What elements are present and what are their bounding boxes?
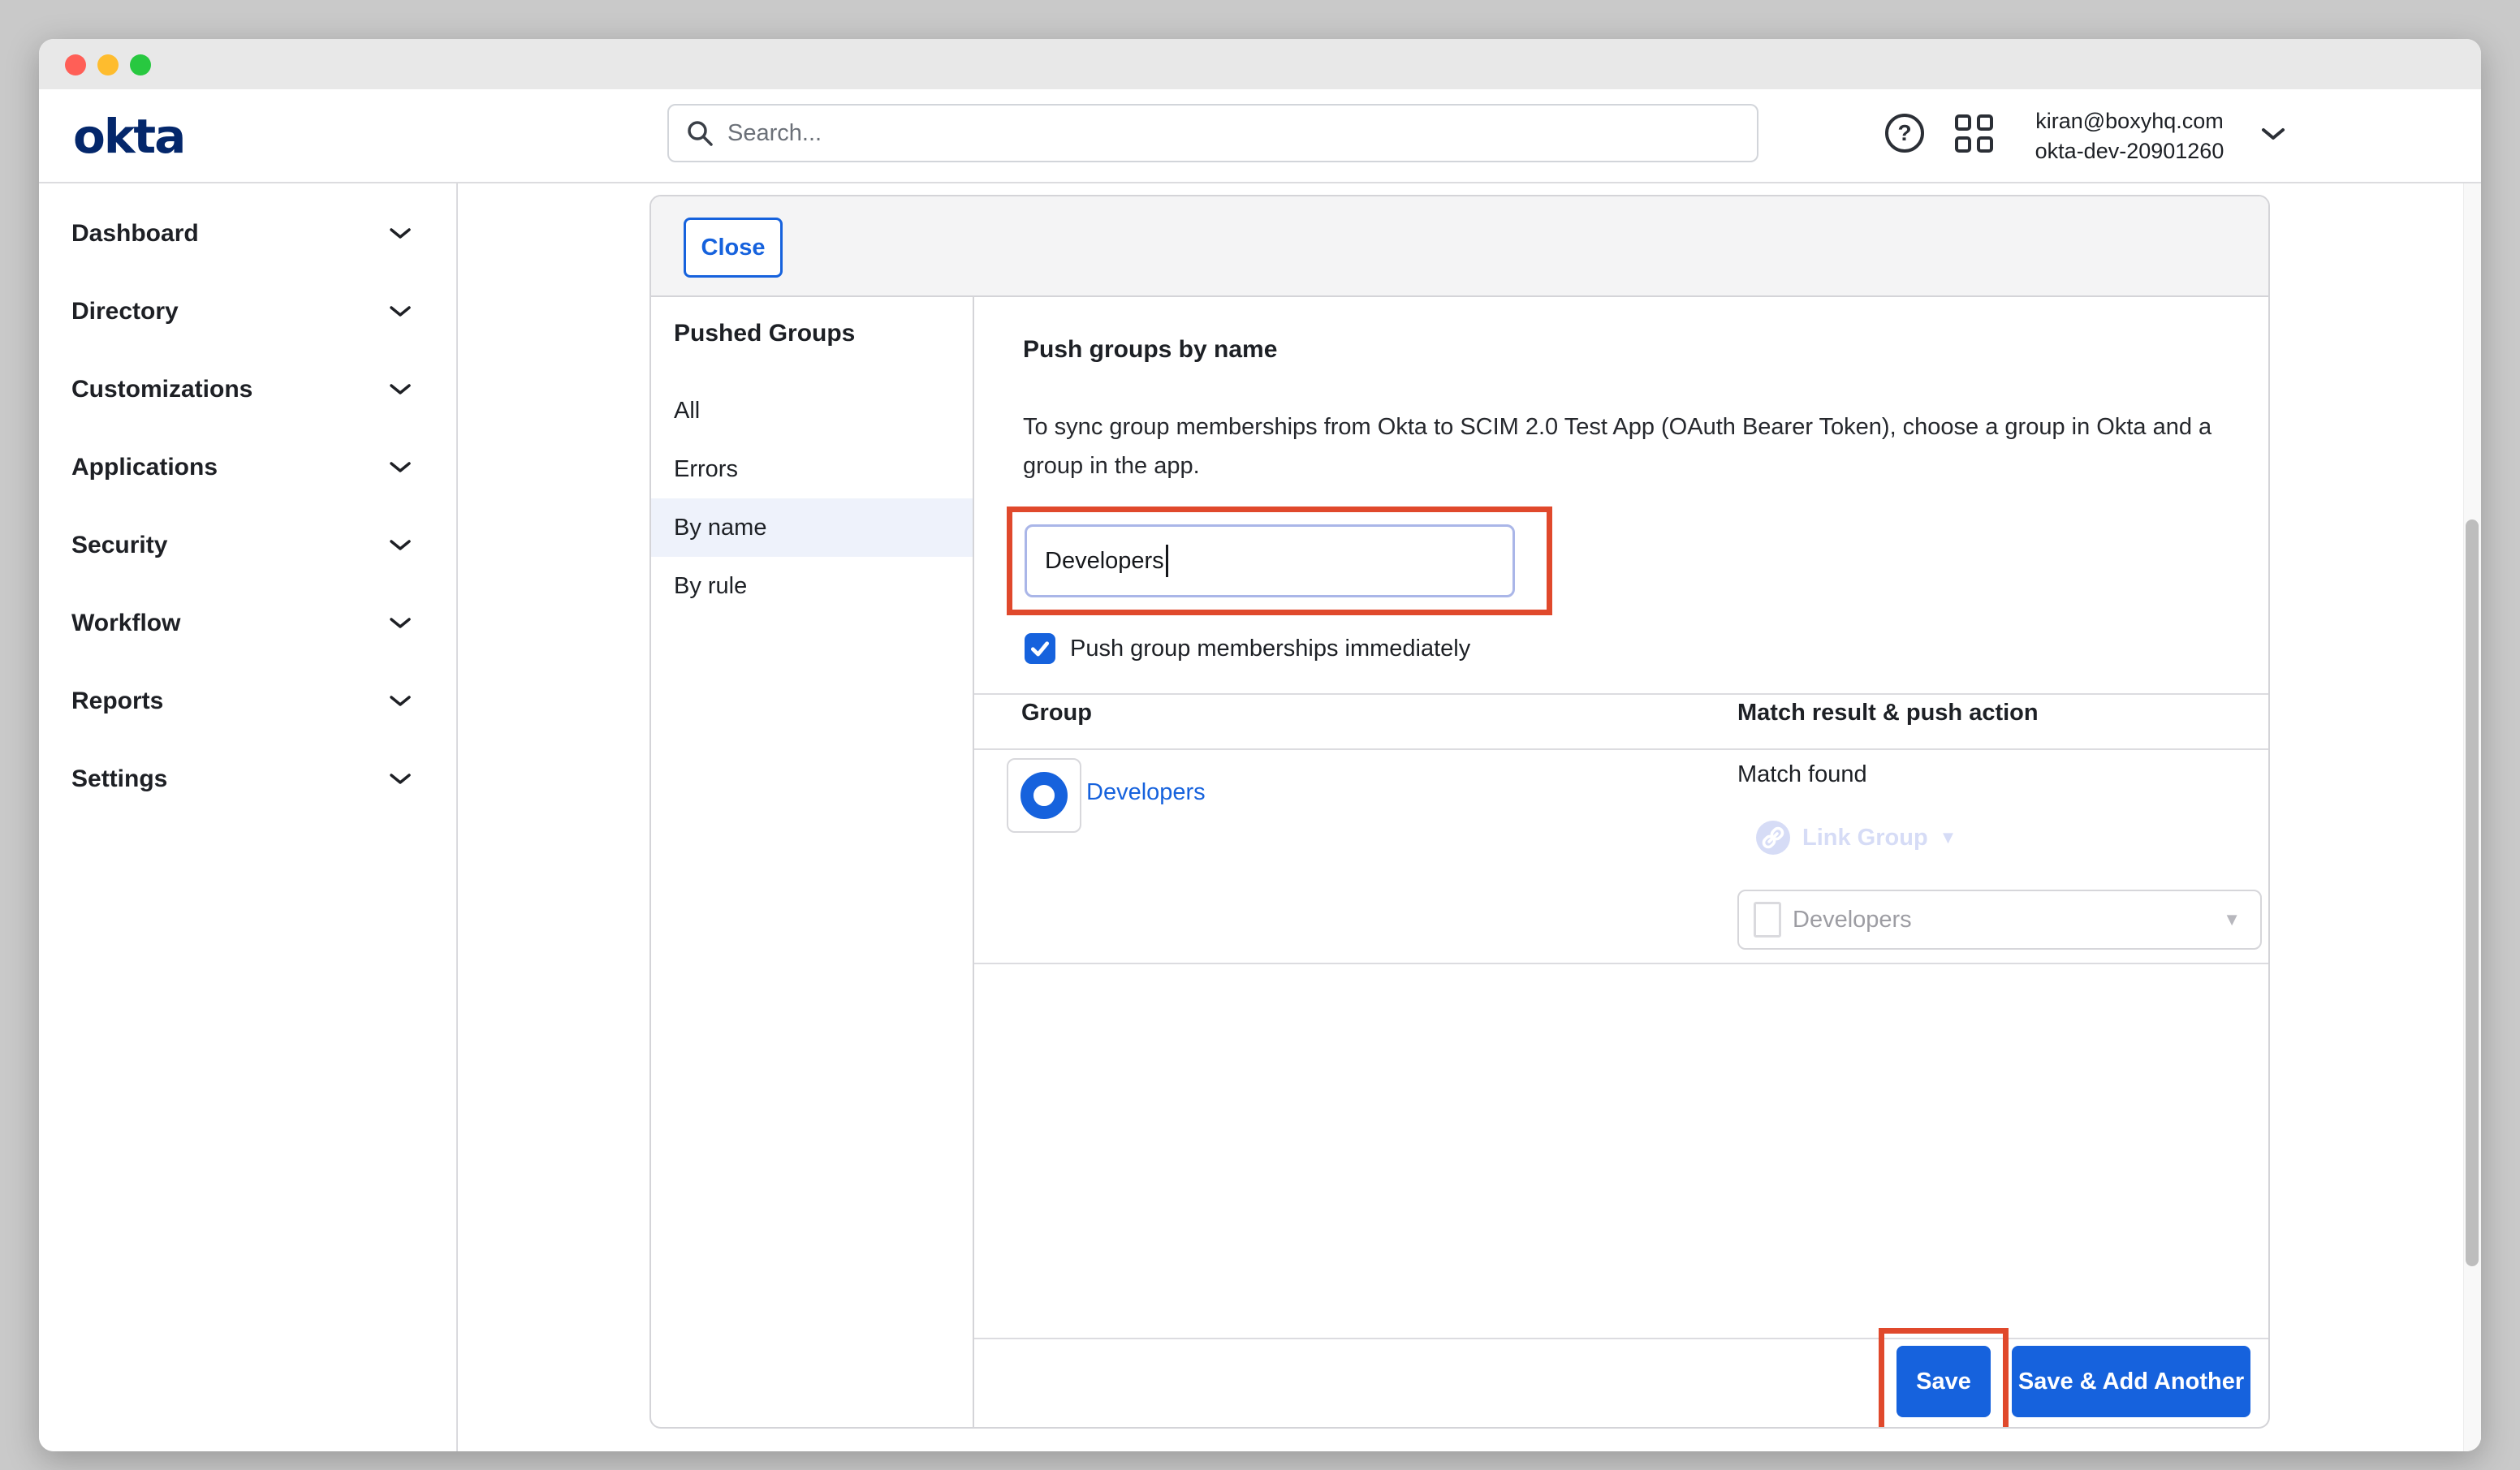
account-email: kiran@boxyhq.com bbox=[2035, 106, 2224, 136]
pushed-groups-nav: Pushed Groups All Errors By name By rule bbox=[651, 297, 974, 1427]
chevron-down-icon bbox=[390, 228, 411, 239]
save-add-another-button[interactable]: Save & Add Another bbox=[2012, 1346, 2250, 1417]
target-group-select[interactable]: Developers ▼ bbox=[1737, 890, 2262, 950]
divider bbox=[974, 693, 2268, 695]
push-groups-dialog: Close Pushed Groups All Errors By name B… bbox=[649, 195, 2270, 1429]
checkmark-icon bbox=[1028, 636, 1052, 661]
app-body: Dashboard Directory Customizations Appli… bbox=[39, 183, 2481, 1451]
column-header-group: Group bbox=[1021, 700, 1092, 726]
panel-description: To sync group memberships from Okta to S… bbox=[1023, 407, 2241, 485]
group-name-input-value: Developers bbox=[1045, 548, 1164, 575]
match-status-text: Match found bbox=[1737, 761, 1867, 788]
nav-item-by-rule[interactable]: By rule bbox=[651, 557, 973, 615]
column-header-match: Match result & push action bbox=[1737, 700, 2039, 726]
sidebar-item-applications[interactable]: Applications bbox=[39, 429, 456, 507]
chevron-down-icon bbox=[390, 696, 411, 707]
panel-title: Push groups by name bbox=[1023, 336, 1277, 364]
scrollbar-track bbox=[2463, 183, 2481, 1451]
sidebar-item-dashboard[interactable]: Dashboard bbox=[39, 195, 456, 273]
target-group-value: Developers bbox=[1793, 907, 2223, 933]
nav-item-all[interactable]: All bbox=[651, 382, 973, 440]
link-icon bbox=[1755, 820, 1791, 856]
link-group-button[interactable]: Link Group ▼ bbox=[1755, 820, 1957, 856]
okta-admin-screen: { "topbar": { "logo": "okta", "search_pl… bbox=[0, 0, 2520, 1470]
pushed-groups-heading: Pushed Groups bbox=[651, 320, 973, 359]
sidebar-item-workflow[interactable]: Workflow bbox=[39, 584, 456, 662]
sidebar-item-settings[interactable]: Settings bbox=[39, 740, 456, 818]
dialog-header: Close bbox=[651, 196, 2268, 297]
help-icon[interactable]: ? bbox=[1885, 114, 1924, 153]
push-by-name-panel: Push groups by name To sync group member… bbox=[974, 297, 2268, 1427]
account-chevron-down-icon[interactable] bbox=[2260, 127, 2286, 141]
close-button[interactable]: Close bbox=[684, 218, 783, 278]
divider bbox=[974, 748, 2268, 750]
sidebar-item-reports[interactable]: Reports bbox=[39, 662, 456, 740]
dropdown-arrow-icon: ▼ bbox=[2223, 909, 2241, 930]
chevron-down-icon bbox=[390, 540, 411, 551]
sidebar-item-security[interactable]: Security bbox=[39, 507, 456, 584]
text-caret bbox=[1166, 545, 1168, 577]
group-ring-icon bbox=[1021, 772, 1068, 819]
chevron-down-icon bbox=[390, 306, 411, 317]
nav-item-errors[interactable]: Errors bbox=[651, 440, 973, 498]
chevron-down-icon bbox=[390, 774, 411, 785]
chevron-down-icon bbox=[390, 618, 411, 629]
divider bbox=[974, 963, 2268, 964]
nav-item-by-name[interactable]: By name bbox=[651, 498, 973, 557]
global-search[interactable] bbox=[667, 104, 1758, 162]
group-avatar bbox=[1007, 758, 1081, 833]
window-titlebar bbox=[39, 39, 2481, 89]
okta-logo: okta bbox=[73, 109, 184, 164]
scrollbar-thumb[interactable] bbox=[2466, 519, 2479, 1266]
traffic-light-minimize-icon[interactable] bbox=[97, 54, 119, 75]
sidebar-divider bbox=[456, 183, 458, 1451]
chevron-down-icon bbox=[390, 462, 411, 473]
apps-grid-icon[interactable] bbox=[1955, 114, 1995, 154]
top-bar: okta ? kiran@boxyhq.com okta-dev-2090126… bbox=[39, 89, 2481, 183]
sidebar-nav: Dashboard Directory Customizations Appli… bbox=[39, 183, 456, 818]
footer-divider bbox=[974, 1338, 2268, 1339]
browser-window: okta ? kiran@boxyhq.com okta-dev-2090126… bbox=[39, 39, 2481, 1451]
group-name-input[interactable]: Developers bbox=[1025, 524, 1515, 597]
account-menu[interactable]: kiran@boxyhq.com okta-dev-20901260 bbox=[2020, 102, 2239, 170]
sidebar-item-customizations[interactable]: Customizations bbox=[39, 351, 456, 429]
push-immediately-checkbox[interactable] bbox=[1025, 633, 1055, 664]
search-input[interactable] bbox=[727, 120, 1741, 147]
group-thumbnail-icon bbox=[1754, 902, 1781, 938]
account-org: okta-dev-20901260 bbox=[2035, 136, 2224, 166]
sidebar-item-directory[interactable]: Directory bbox=[39, 273, 456, 351]
save-button[interactable]: Save bbox=[1896, 1346, 1991, 1417]
traffic-light-close-icon[interactable] bbox=[65, 54, 86, 75]
search-icon bbox=[685, 119, 714, 148]
dropdown-arrow-icon: ▼ bbox=[1940, 827, 1957, 848]
group-name-link[interactable]: Developers bbox=[1086, 779, 1206, 806]
chevron-down-icon bbox=[390, 384, 411, 395]
push-immediately-label: Push group memberships immediately bbox=[1070, 636, 1470, 662]
traffic-light-zoom-icon[interactable] bbox=[130, 54, 151, 75]
